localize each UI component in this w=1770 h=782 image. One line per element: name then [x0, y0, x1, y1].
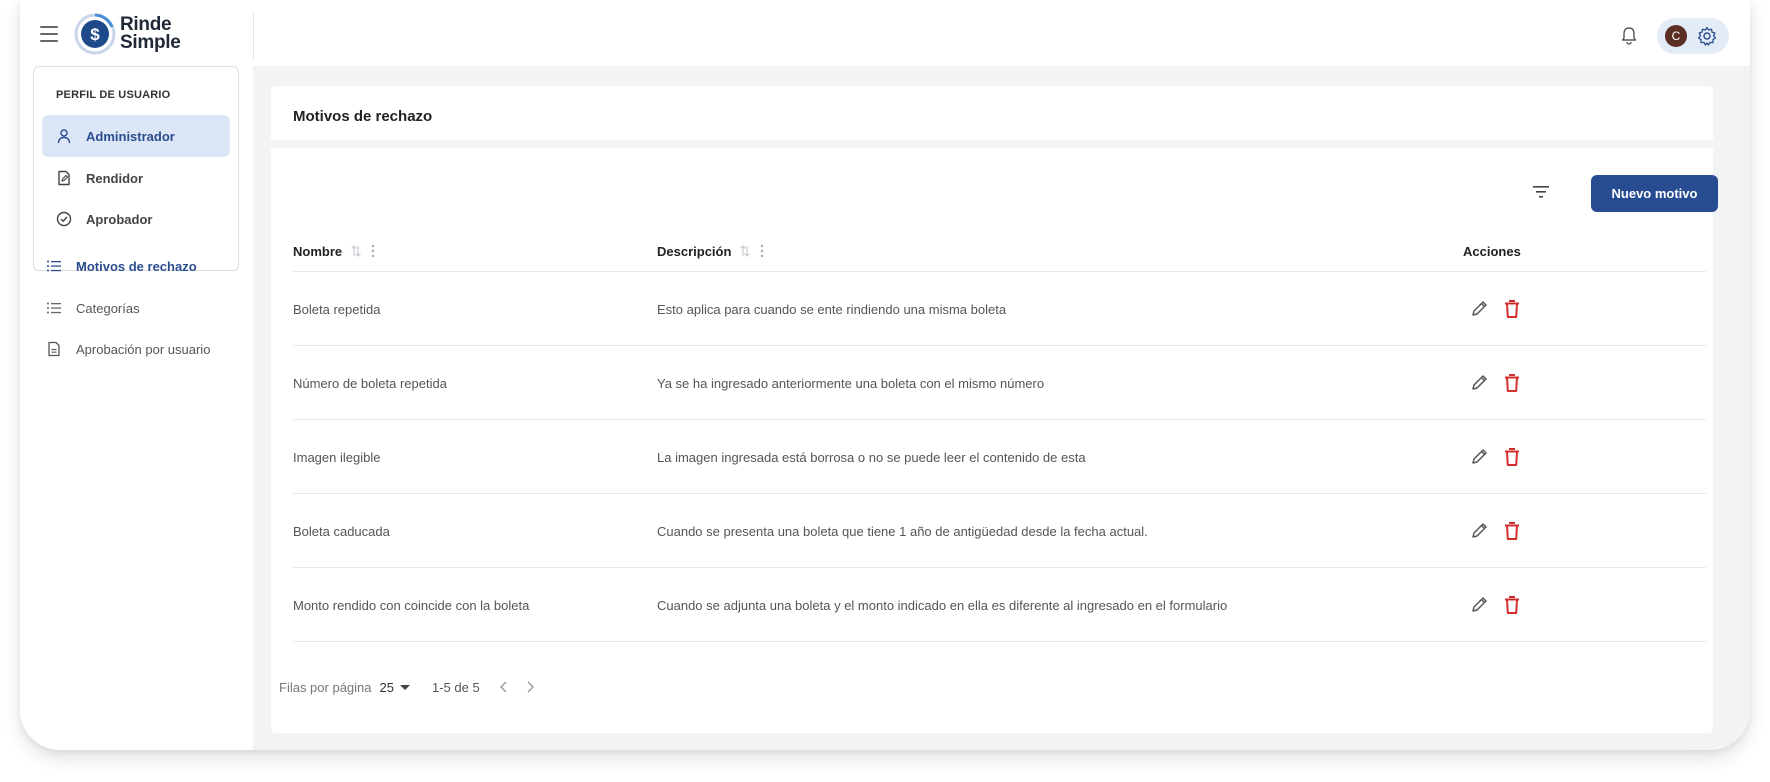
sidebar-item-motivos-de-rechazo[interactable]: Motivos de rechazo	[46, 251, 197, 281]
edit-icon[interactable]	[1469, 594, 1489, 616]
user-icon	[57, 129, 71, 144]
header-divider	[253, 12, 254, 60]
check-circle-icon	[56, 211, 72, 227]
delete-icon[interactable]	[1502, 298, 1522, 320]
sidebar-item-aprobacion-por-usuario[interactable]: Aprobación por usuario	[46, 334, 210, 364]
caret-down-icon	[399, 684, 410, 690]
bell-icon[interactable]	[1620, 26, 1638, 46]
nav-label: Aprobación por usuario	[76, 341, 211, 357]
column-menu-icon[interactable]	[370, 244, 376, 258]
page-title: Motivos de rechazo	[293, 108, 433, 125]
svg-text:$: $	[90, 25, 100, 44]
delete-icon[interactable]	[1502, 520, 1522, 542]
role-rendidor[interactable]: Rendidor	[42, 157, 230, 199]
pagination: Filas por página 25 1-5 de 5	[279, 672, 536, 702]
menu-icon[interactable]	[40, 26, 58, 42]
table-row: Imagen ilegible La imagen ingresada está…	[293, 420, 1706, 494]
chevron-left-icon[interactable]	[498, 680, 510, 694]
cell-name: Boleta caducada	[293, 523, 390, 539]
logo-mark-icon: $	[74, 13, 116, 55]
cell-description: Cuando se presenta una boleta que tiene …	[657, 523, 1148, 539]
brand-logo[interactable]: $ Rinde Simple	[74, 12, 181, 56]
delete-icon[interactable]	[1502, 446, 1522, 468]
rows-per-page-label: Filas por página	[279, 679, 372, 695]
cell-name: Número de boleta repetida	[293, 375, 447, 391]
edit-icon[interactable]	[1469, 298, 1489, 320]
cell-description: La imagen ingresada está borrosa o no se…	[657, 449, 1086, 465]
sidebar-item-categorias[interactable]: Categorías	[46, 293, 140, 323]
avatar[interactable]: C	[1665, 25, 1687, 47]
main-content: Motivos de rechazo Nuevo motivo Nombre D…	[253, 66, 1750, 750]
nav-label: Motivos de rechazo	[76, 258, 197, 274]
column-menu-icon[interactable]	[759, 244, 765, 258]
sort-icon[interactable]	[350, 244, 362, 258]
profile-selector: PERFIL DE USUARIO Administrador Rendidor	[33, 66, 239, 271]
cell-name: Boleta repetida	[293, 301, 381, 317]
user-menu[interactable]: C	[1657, 18, 1729, 54]
table-card: Nuevo motivo Nombre Descripción Acciones…	[271, 148, 1718, 733]
role-label: Rendidor	[86, 170, 144, 186]
edit-icon[interactable]	[1469, 446, 1489, 468]
edit-icon[interactable]	[1469, 520, 1489, 542]
nav-label: Categorías	[76, 300, 140, 316]
list-icon	[47, 260, 61, 272]
table-header: Nombre Descripción Acciones	[293, 230, 1706, 272]
column-label: Nombre	[293, 243, 343, 259]
column-header-acciones: Acciones	[1463, 230, 1521, 272]
delete-icon[interactable]	[1502, 372, 1522, 394]
sidebar: PERFIL DE USUARIO Administrador Rendidor	[20, 66, 253, 750]
column-header-descripcion: Descripción	[657, 230, 765, 272]
rows-per-page-select[interactable]: 25	[380, 680, 410, 695]
edit-icon[interactable]	[1469, 372, 1489, 394]
table-row: Boleta caducada Cuando se presenta una b…	[293, 494, 1706, 568]
app-window: $ Rinde Simple C PERFIL DE USUARIO Admin…	[20, 0, 1750, 750]
table-row: Monto rendido con coincide con la boleta…	[293, 568, 1706, 642]
role-label: Aprobador	[86, 211, 153, 227]
column-label: Descripción	[657, 243, 732, 259]
column-header-nombre: Nombre	[293, 230, 376, 272]
table-row: Boleta repetida Esto aplica para cuando …	[293, 272, 1706, 346]
sort-icon[interactable]	[739, 244, 751, 258]
rows-per-page-value: 25	[379, 679, 394, 695]
cell-description: Esto aplica para cuando se ente rindiend…	[657, 301, 1007, 317]
document-edit-icon	[58, 170, 70, 186]
role-administrador[interactable]: Administrador	[42, 115, 230, 157]
cell-name: Monto rendido con coincide con la boleta	[293, 597, 530, 613]
table-row: Número de boleta repetida Ya se ha ingre…	[293, 346, 1706, 420]
cell-name: Imagen ilegible	[293, 449, 381, 465]
chevron-right-icon[interactable]	[524, 680, 536, 694]
brand-line-2: Simple	[120, 32, 181, 53]
top-bar: $ Rinde Simple C	[20, 0, 1750, 66]
gear-icon[interactable]	[1697, 26, 1717, 46]
page-header-card: Motivos de rechazo	[271, 86, 1713, 140]
brand-name: Rinde Simple	[120, 15, 181, 53]
cell-description: Ya se ha ingresado anteriormente una bol…	[657, 375, 1045, 391]
role-label: Administrador	[86, 128, 175, 144]
list-icon	[47, 302, 61, 314]
column-label: Acciones	[1463, 243, 1521, 259]
profile-title: PERFIL DE USUARIO	[56, 89, 171, 101]
role-aprobador[interactable]: Aprobador	[42, 198, 230, 240]
delete-icon[interactable]	[1502, 594, 1522, 616]
cell-description: Cuando se adjunta una boleta y el monto …	[657, 597, 1228, 613]
filter-icon[interactable]	[1531, 184, 1551, 200]
new-reason-button[interactable]: Nuevo motivo	[1591, 175, 1718, 212]
document-icon	[48, 341, 60, 357]
page-range: 1-5 de 5	[431, 679, 480, 695]
